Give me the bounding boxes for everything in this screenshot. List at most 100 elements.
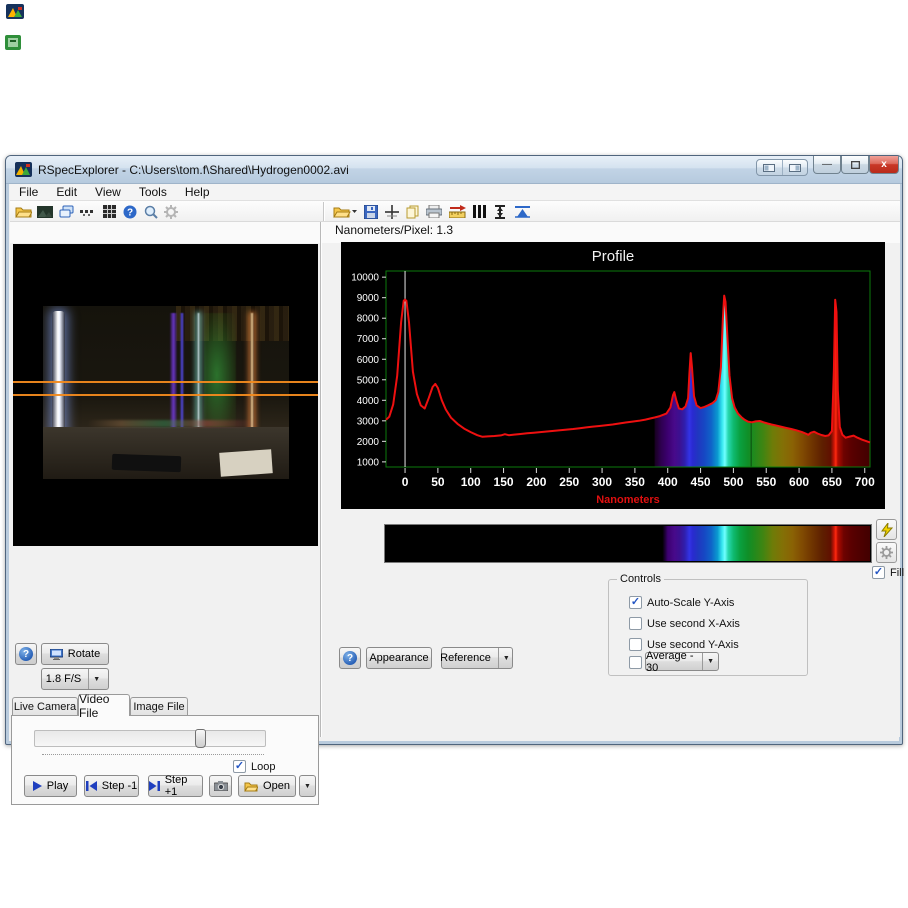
lightning-icon: [881, 523, 893, 537]
sync-button[interactable]: [876, 519, 897, 540]
titlebar[interactable]: RSpecExplorer - C:\Users\tom.f\Shared\Hy…: [6, 156, 902, 184]
slider-thumb[interactable]: [195, 729, 206, 748]
play-icon: [33, 781, 42, 791]
video-help-button[interactable]: ?: [15, 643, 37, 665]
close-button[interactable]: x: [869, 156, 899, 174]
fill-checkbox[interactable]: ✓: [872, 566, 885, 579]
chevron-down-icon: ▼: [304, 783, 311, 790]
svg-text:?: ?: [127, 207, 133, 218]
svg-text:450: 450: [691, 475, 711, 489]
svg-text:500: 500: [723, 475, 743, 489]
menu-tools[interactable]: Tools: [130, 184, 176, 200]
rotate-button[interactable]: Rotate: [41, 643, 109, 665]
svg-text:8000: 8000: [357, 314, 380, 325]
selection-line-bottom[interactable]: [13, 394, 318, 396]
video-display[interactable]: [13, 244, 318, 546]
menu-file[interactable]: File: [10, 184, 47, 200]
tab-video-file[interactable]: Video File: [78, 694, 130, 716]
step-back-icon: [86, 781, 97, 791]
help-question-icon: ?: [19, 647, 33, 661]
svg-text:250: 250: [559, 475, 579, 489]
chart-help-button[interactable]: ?: [339, 647, 361, 669]
spectral-line-blue: [180, 313, 185, 438]
second-x-axis-row: ✓ Use second X-Axis: [629, 617, 740, 630]
spectral-glow-green: [204, 313, 236, 438]
minimize-button[interactable]: —: [813, 156, 841, 174]
spectral-line-red: [250, 313, 254, 438]
menu-edit[interactable]: Edit: [47, 184, 86, 200]
settings-icon[interactable]: [162, 203, 180, 220]
reference-dropdown[interactable]: Reference ▼: [441, 647, 513, 669]
crosshair-icon[interactable]: [383, 203, 401, 220]
menu-view[interactable]: View: [86, 184, 130, 200]
video-position-slider[interactable]: [34, 730, 266, 747]
layers-icon[interactable]: [57, 203, 75, 220]
green-shortcut-icon[interactable]: [5, 35, 21, 50]
spectrum-strip: [384, 524, 872, 563]
save-icon[interactable]: [362, 203, 380, 220]
print-icon[interactable]: [425, 203, 443, 220]
profile-chart[interactable]: Profile050100150200250300350400450500550…: [341, 242, 885, 509]
chevron-down-icon: ▼: [702, 653, 718, 670]
menu-help[interactable]: Help: [176, 184, 219, 200]
svg-text:0: 0: [402, 475, 409, 489]
tab-image-file[interactable]: Image File: [130, 697, 188, 716]
image-icon[interactable]: [36, 203, 54, 220]
strip-settings-button[interactable]: [876, 542, 897, 563]
controls-groupbox: Controls ✓ Auto-Scale Y-Axis ✓ Use secon…: [608, 579, 808, 676]
appearance-button[interactable]: Appearance: [366, 647, 432, 669]
zoom-icon[interactable]: [142, 203, 160, 220]
main-content: ? Rotate 1.8 F/S ▼ Live Camera Video Fil…: [10, 222, 900, 737]
camera-icon: [214, 781, 228, 791]
calibrate-ruler-icon[interactable]: [448, 203, 466, 220]
svg-text:3000: 3000: [357, 416, 380, 427]
window-title: RSpecExplorer - C:\Users\tom.f\Shared\Hy…: [38, 163, 349, 177]
spectrum-gradient: [386, 526, 870, 561]
desktop: { "desktop": { "icons": ["app-shortcut-i…: [0, 0, 908, 908]
svg-text:200: 200: [526, 475, 546, 489]
average-dropdown[interactable]: Average - 30 ▼: [645, 652, 719, 671]
autoscale-checkbox[interactable]: ✓: [629, 596, 642, 609]
help-icon[interactable]: ?: [121, 203, 139, 220]
second-y-axis-checkbox[interactable]: ✓: [629, 638, 642, 651]
video-frame: [43, 306, 289, 479]
step-back-button[interactable]: Step -1: [84, 775, 139, 797]
slider-focus-line: [42, 754, 264, 755]
loop-checkbox[interactable]: ✓: [233, 760, 246, 773]
snapshot-button[interactable]: [209, 775, 232, 797]
dots-icon[interactable]: [78, 203, 96, 220]
svg-text:550: 550: [756, 475, 776, 489]
columns-icon[interactable]: [470, 203, 488, 220]
fps-dropdown[interactable]: 1.8 F/S ▼: [41, 668, 109, 690]
toolbar-separator: [323, 202, 324, 221]
help-question-icon: ?: [343, 651, 357, 665]
open-folder-icon[interactable]: [14, 203, 32, 220]
app-shortcut-icon[interactable]: [6, 4, 24, 19]
dock-left-button[interactable]: [757, 160, 782, 175]
dock-right-button[interactable]: [782, 160, 808, 175]
svg-text:300: 300: [592, 475, 612, 489]
chevron-down-icon: ▼: [498, 648, 514, 668]
panel-splitter[interactable]: [320, 222, 321, 737]
tab-live-camera[interactable]: Live Camera: [12, 697, 78, 716]
copy-icon[interactable]: [404, 203, 422, 220]
grid-icon[interactable]: [100, 203, 118, 220]
svg-text:6000: 6000: [357, 355, 380, 366]
maximize-button[interactable]: [841, 156, 869, 174]
open-button[interactable]: Open: [238, 775, 296, 797]
camera-mount: [112, 454, 181, 472]
nm-per-pixel-label: Nanometers/Pixel: 1.3: [335, 223, 453, 237]
open-dropdown-button[interactable]: ▼: [299, 775, 316, 797]
step-forward-button[interactable]: Step +1: [148, 775, 203, 797]
open-folder-dropdown-icon[interactable]: [332, 203, 358, 220]
spectral-line-cyan: [197, 313, 200, 438]
flatten-icon[interactable]: [513, 203, 531, 220]
svg-text:5000: 5000: [357, 375, 380, 386]
average-checkbox[interactable]: ✓: [629, 656, 642, 669]
selection-line-top[interactable]: [13, 381, 318, 383]
vertical-range-icon[interactable]: [491, 203, 509, 220]
svg-text:100: 100: [461, 475, 481, 489]
second-x-axis-checkbox[interactable]: ✓: [629, 617, 642, 630]
svg-text:10000: 10000: [351, 273, 379, 284]
play-button[interactable]: Play: [24, 775, 77, 797]
